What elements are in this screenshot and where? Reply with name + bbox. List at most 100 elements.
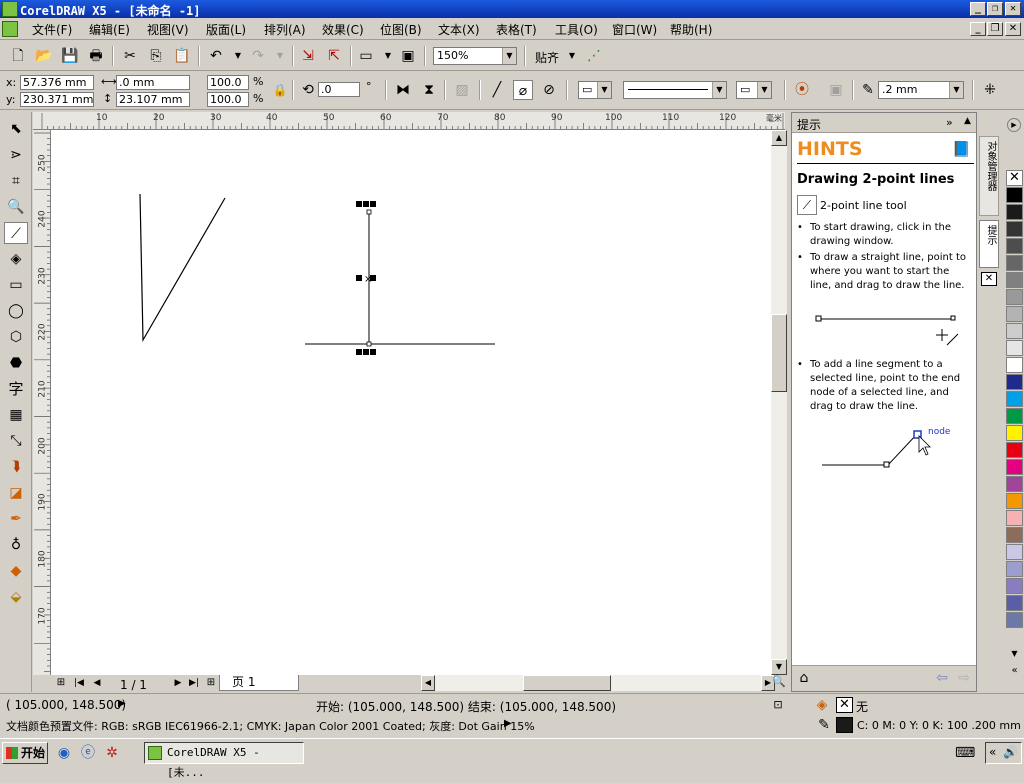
menu-help[interactable]: 帮助(H) — [670, 21, 712, 38]
previous-page-icon[interactable]: ◀ — [87, 673, 107, 693]
pick-tool-icon[interactable]: ⬉ — [4, 118, 28, 140]
page-tab[interactable]: 页 1 — [219, 675, 299, 691]
tray-expand-icon[interactable]: « — [989, 745, 996, 759]
ellipse-tool-icon[interactable]: ◯ — [4, 300, 28, 322]
app-quicklaunch-icon[interactable]: ✲ — [102, 743, 122, 763]
snap-dropdown-icon[interactable]: ▼ — [562, 46, 582, 66]
color-swatch[interactable] — [1006, 221, 1023, 237]
selection-handle[interactable] — [363, 201, 369, 207]
color-swatch[interactable] — [1006, 340, 1023, 356]
menu-tools[interactable]: 工具(O) — [555, 21, 598, 38]
page-options-icon[interactable]: ⊞ — [51, 673, 71, 693]
close-docker-icon[interactable]: ✕ — [981, 272, 997, 286]
doc-minimize-button[interactable]: _ — [970, 22, 986, 36]
color-swatch[interactable] — [1006, 442, 1023, 458]
docker-collapse-icon[interactable]: » — [946, 116, 953, 129]
color-swatch[interactable] — [1006, 255, 1023, 271]
crop-tool-icon[interactable]: ⌗ — [4, 170, 28, 192]
menu-arrange[interactable]: 排列(A) — [264, 21, 306, 38]
zoom-level-select[interactable]: 150% ▼ — [433, 47, 517, 65]
application-launcher-icon[interactable]: ▭ — [356, 46, 376, 66]
menu-window[interactable]: 窗口(W) — [612, 21, 657, 38]
snap-to-label[interactable]: 贴齐 — [535, 49, 559, 66]
color-swatch[interactable] — [1006, 323, 1023, 339]
launcher-dropdown-icon[interactable]: ▼ — [378, 46, 398, 66]
color-swatch[interactable] — [1006, 595, 1023, 611]
palette-scroll-down-icon[interactable]: ▼ — [1007, 649, 1022, 661]
import-icon[interactable]: ⇲ — [298, 46, 318, 66]
scroll-down-button[interactable]: ▼ — [771, 659, 787, 675]
minimize-button[interactable]: _ — [970, 2, 986, 16]
document-icon[interactable] — [2, 21, 18, 37]
welcome-screen-icon[interactable]: ▣ — [398, 46, 418, 66]
rotate-icon[interactable]: ⟲ — [298, 80, 318, 100]
selection-handle[interactable] — [370, 349, 376, 355]
taskbar-coreldraw-button[interactable]: CorelDRAW X5 - [未... — [144, 742, 304, 779]
table-tool-icon[interactable]: ▦ — [4, 404, 28, 426]
two-point-line-icon[interactable]: ╱ — [487, 80, 507, 100]
connector-tool-icon[interactable]: ⮯ — [4, 456, 28, 478]
start-arrowhead-select[interactable]: ▭ ▼ — [578, 81, 612, 99]
mirror-vertical-icon[interactable]: ⧗ — [419, 80, 439, 100]
outline-tool-icon[interactable]: ♁ — [4, 534, 28, 556]
shape-tool-icon[interactable]: ⋗ — [4, 144, 28, 166]
color-swatch[interactable] — [1006, 204, 1023, 220]
scale-y-input[interactable]: 100.0 — [207, 92, 249, 107]
print-icon[interactable]: 🖶 — [86, 46, 106, 66]
first-page-icon[interactable]: |◀ — [69, 673, 89, 693]
smart-fill-tool-icon[interactable]: ◈ — [4, 248, 28, 270]
menu-table[interactable]: 表格(T) — [496, 21, 537, 38]
docker-minimize-icon[interactable]: ▲ — [964, 116, 971, 126]
doc-close-button[interactable]: ✕ — [1005, 22, 1021, 36]
color-swatch[interactable] — [1006, 374, 1023, 390]
selection-handle[interactable] — [370, 201, 376, 207]
menu-text[interactable]: 文本(X) — [438, 21, 480, 38]
menu-effects[interactable]: 效果(C) — [322, 21, 364, 38]
scroll-up-button[interactable]: ▲ — [771, 130, 787, 146]
color-profile-expand-icon[interactable]: ▶ — [504, 718, 512, 729]
add-page-icon[interactable]: ⊞ — [201, 673, 221, 693]
tangent-line-icon[interactable]: ⊘ — [539, 80, 559, 100]
end-arrowhead-select[interactable]: ▭ ▼ — [736, 81, 772, 99]
vertical-scrollbar[interactable]: ▲ ▼ — [771, 130, 787, 675]
line-node[interactable] — [366, 209, 372, 215]
toggle-all-nodes-icon[interactable]: ⁜ — [980, 80, 1000, 100]
keyboard-icon[interactable]: ⌨ — [955, 743, 975, 763]
options-icon[interactable]: ⋰ — [584, 46, 604, 66]
blend-tool-icon[interactable]: ◪ — [4, 482, 28, 504]
palette-expand-icon[interactable]: « — [1007, 665, 1022, 679]
color-swatch[interactable] — [1006, 459, 1023, 475]
height-input[interactable]: 23.107 mm — [116, 92, 190, 107]
maximize-button[interactable]: ❐ — [987, 2, 1003, 16]
object-manager-tab[interactable]: 对象管理器 — [979, 136, 999, 216]
no-color-swatch[interactable]: ✕ — [1006, 170, 1023, 186]
color-swatch[interactable] — [1006, 476, 1023, 492]
menu-bitmaps[interactable]: 位图(B) — [380, 21, 422, 38]
color-swatch[interactable] — [1006, 493, 1023, 509]
scroll-left-button[interactable]: ◀ — [421, 675, 435, 691]
volume-icon[interactable]: 🔊 — [1003, 745, 1018, 759]
open-folder-icon[interactable]: 📂 — [34, 46, 54, 66]
forward-arrow-icon[interactable]: ⇨ — [954, 668, 974, 688]
zoom-tool-icon[interactable]: 🔍 — [4, 196, 28, 218]
eyedropper-tool-icon[interactable]: ✒ — [4, 508, 28, 530]
save-icon[interactable]: 💾 — [60, 46, 80, 66]
menu-edit[interactable]: 编辑(E) — [89, 21, 130, 38]
horizontal-scroll-thumb[interactable] — [523, 675, 611, 691]
polygon-tool-icon[interactable]: ⬡ — [4, 326, 28, 348]
fill-tool-icon[interactable]: ◆ — [4, 560, 28, 582]
color-swatch[interactable] — [1006, 425, 1023, 441]
wrap-text-icon[interactable]: ⦿ — [792, 80, 812, 100]
rectangle-tool-icon[interactable]: ▭ — [4, 274, 28, 296]
color-swatch[interactable] — [1006, 408, 1023, 424]
dimension-tool-icon[interactable]: ⤡ — [4, 430, 28, 452]
color-swatch[interactable] — [1006, 578, 1023, 594]
interactive-fill-tool-icon[interactable]: ⬙ — [4, 586, 28, 608]
drawing-canvas[interactable]: × — [51, 130, 771, 675]
zoom-navigator-icon[interactable]: 🔍 — [771, 675, 787, 691]
color-swatch[interactable] — [1006, 612, 1023, 628]
color-swatch[interactable] — [1006, 272, 1023, 288]
text-tool-icon[interactable]: 字 — [4, 378, 28, 400]
color-swatch[interactable] — [1006, 289, 1023, 305]
browser-quicklaunch-icon[interactable]: ◉ — [54, 743, 74, 763]
